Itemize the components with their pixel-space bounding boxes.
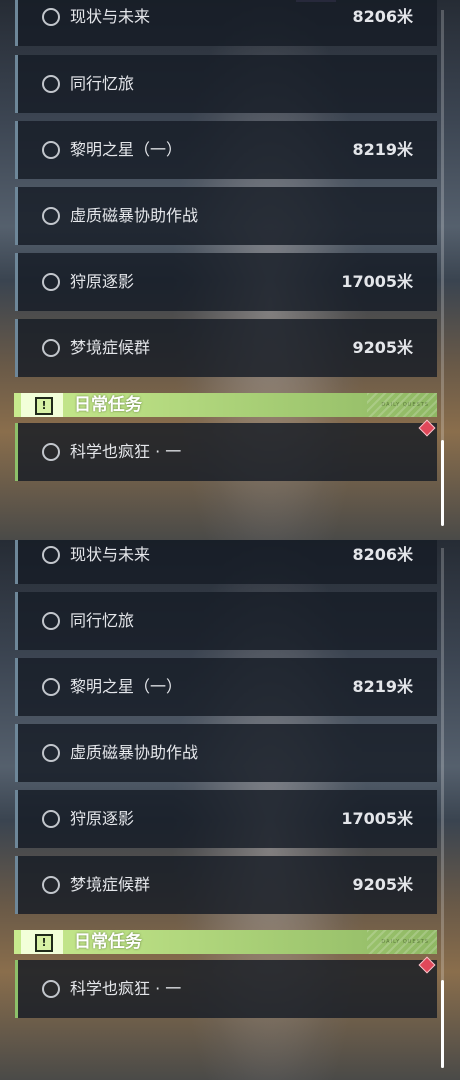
quest-row[interactable]: 现状与未来 8206米	[15, 540, 437, 584]
quest-row[interactable]: 梦境症候群 9205米	[15, 319, 437, 377]
quest-title: 梦境症候群	[70, 338, 151, 357]
circle-ring-icon	[42, 744, 60, 762]
quest-distance: 8219米	[352, 140, 413, 159]
circle-ring-icon	[42, 810, 60, 828]
daily-quest-row[interactable]: 科学也疯狂 · 一	[15, 423, 437, 481]
quest-list-panel-bottom: 现状与未来 8206米 同行忆旅 黎明之星（一） 8219米 虚质磁暴协助作战 …	[0, 540, 460, 1080]
circle-ring-icon	[42, 75, 60, 93]
quest-distance: 17005米	[341, 809, 413, 828]
quest-row[interactable]: 黎明之星（一） 8219米	[15, 658, 437, 716]
section-code: DAILY QUESTS	[381, 939, 429, 945]
quest-list-panel-top: 现状与未来 8206米 同行忆旅 黎明之星（一） 8219米 虚质磁暴协助作战 …	[0, 0, 460, 540]
quest-row[interactable]: 黎明之星（一） 8219米	[15, 121, 437, 179]
quest-distance: 9205米	[352, 875, 413, 894]
daily-quests-header[interactable]: ! 日常任务 DAILY QUESTS	[14, 393, 437, 417]
quest-title: 同行忆旅	[70, 74, 135, 93]
quest-row[interactable]: 虚质磁暴协助作战	[15, 187, 437, 245]
circle-ring-icon	[42, 8, 60, 26]
quest-title: 现状与未来	[70, 7, 151, 26]
circle-ring-icon	[42, 980, 60, 998]
quest-title: 黎明之星（一）	[70, 140, 183, 159]
quest-distance: 17005米	[341, 272, 413, 291]
daily-quests-header[interactable]: ! 日常任务 DAILY QUESTS	[14, 930, 437, 954]
section-badge: !	[21, 393, 63, 417]
quest-distance: 8206米	[352, 7, 413, 26]
quest-row[interactable]: 现状与未来 8206米	[15, 0, 437, 46]
quest-title: 狩原逐影	[70, 272, 135, 291]
scrollbar-thumb[interactable]	[441, 440, 444, 526]
circle-ring-icon	[42, 339, 60, 357]
section-badge: !	[21, 930, 63, 954]
quest-title: 虚质磁暴协助作战	[70, 206, 199, 225]
quest-title: 黎明之星（一）	[70, 677, 183, 696]
circle-ring-icon	[42, 876, 60, 894]
circle-ring-icon	[42, 141, 60, 159]
daily-quest-row[interactable]: 科学也疯狂 · 一	[15, 960, 437, 1018]
quest-title: 狩原逐影	[70, 809, 135, 828]
exclamation-icon: !	[35, 397, 53, 415]
exclamation-icon: !	[35, 934, 53, 952]
quest-row[interactable]: 狩原逐影 17005米	[15, 253, 437, 311]
quest-title: 同行忆旅	[70, 611, 135, 630]
quest-distance: 9205米	[352, 338, 413, 357]
quest-distance: 8206米	[352, 545, 413, 564]
quest-title: 科学也疯狂 · 一	[70, 442, 182, 461]
quest-row[interactable]: 同行忆旅	[15, 55, 437, 113]
quest-title: 梦境症候群	[70, 875, 151, 894]
circle-ring-icon	[42, 207, 60, 225]
quest-row[interactable]: 狩原逐影 17005米	[15, 790, 437, 848]
quest-title: 科学也疯狂 · 一	[70, 979, 182, 998]
section-title: 日常任务	[74, 395, 142, 415]
quest-title: 现状与未来	[70, 545, 151, 564]
circle-ring-icon	[42, 273, 60, 291]
scrollbar-thumb[interactable]	[441, 980, 444, 1068]
circle-ring-icon	[42, 678, 60, 696]
quest-title: 虚质磁暴协助作战	[70, 743, 199, 762]
section-title: 日常任务	[74, 932, 142, 952]
quest-row[interactable]: 同行忆旅	[15, 592, 437, 650]
quest-row[interactable]: 梦境症候群 9205米	[15, 856, 437, 914]
circle-ring-icon	[42, 612, 60, 630]
section-code: DAILY QUESTS	[381, 402, 429, 408]
circle-ring-icon	[42, 546, 60, 564]
quest-distance: 8219米	[352, 677, 413, 696]
circle-ring-icon	[42, 443, 60, 461]
quest-row[interactable]: 虚质磁暴协助作战	[15, 724, 437, 782]
